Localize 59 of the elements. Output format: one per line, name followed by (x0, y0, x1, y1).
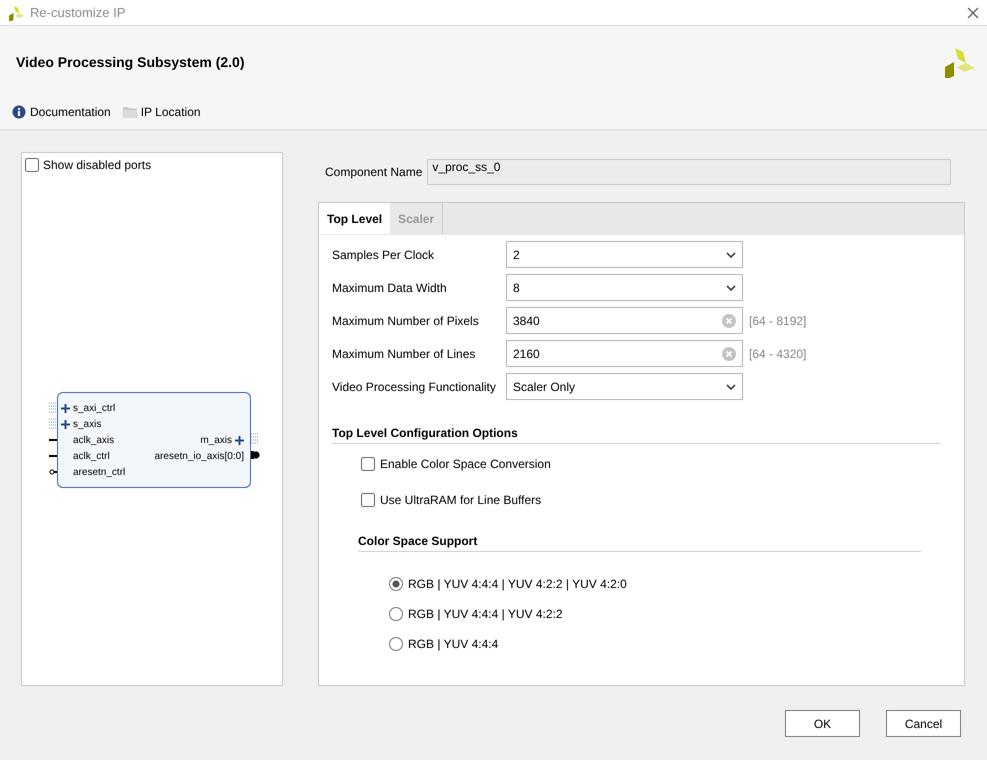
logo-icon (943, 46, 975, 78)
window-title: Re-customize IP (30, 5, 126, 20)
radio-button[interactable] (389, 607, 403, 621)
checkbox[interactable] (361, 457, 375, 471)
plus-icon[interactable] (61, 404, 70, 412)
port-label: aresetn_io_axis[0:0] (154, 450, 244, 462)
dialog-button[interactable]: OK (785, 710, 860, 737)
checkbox-label: Use UltraRAM for Line Buffers (380, 493, 542, 507)
dropdown[interactable]: 2 (506, 241, 743, 268)
port-grid-icon (251, 433, 259, 445)
dialog-title: Video Processing Subsystem (2.0) (16, 54, 244, 70)
port-label: aclk_ctrl (73, 450, 110, 462)
dialog-button[interactable]: Cancel (886, 710, 961, 737)
dropdown[interactable]: Scaler Only (506, 373, 743, 400)
section-heading: Color Space Support (358, 534, 921, 552)
logo-icon (8, 4, 24, 20)
range-hint: [64 - 8192] (748, 314, 808, 328)
field-label: Video Processing Functionality (332, 380, 497, 394)
port-label: s_axi_ctrl (73, 402, 116, 414)
field-label: Maximum Number of Pixels (332, 314, 480, 328)
port-label: m_axis (200, 434, 232, 446)
plus-icon[interactable] (61, 420, 70, 428)
chevron-down-icon (726, 284, 736, 290)
toolbar-link[interactable]: IP Location (122, 105, 201, 119)
plus-icon[interactable] (235, 436, 244, 444)
folder-icon (122, 106, 137, 118)
field-label: Samples Per Clock (332, 248, 436, 262)
pin-dot-icon (251, 451, 260, 459)
field-label: Maximum Data Width (332, 280, 448, 294)
radio-label: RGB | YUV 4:4:4 (408, 637, 498, 651)
pin-circle-icon (49, 469, 57, 475)
range-hint: [64 - 4320] (748, 346, 808, 360)
dropdown[interactable]: 8 (506, 274, 743, 301)
input-field[interactable]: 2160 (506, 340, 743, 367)
port-label: s_axis (73, 418, 102, 430)
radio-label: RGB | YUV 4:4:4 | YUV 4:2:2 | YUV 4:2:0 (408, 577, 627, 591)
port-grid-icon (49, 418, 57, 430)
toolbar-link[interactable]: Documentation (12, 105, 111, 119)
input-field[interactable]: 3840 (506, 307, 743, 334)
port-label: aclk_axis (73, 434, 114, 446)
close-icon[interactable] (965, 4, 981, 20)
radio-button[interactable] (389, 637, 403, 651)
checkbox[interactable] (25, 158, 39, 172)
tab[interactable]: Top Level (319, 203, 390, 234)
ip-block[interactable]: s_axi_ctrl s_axis aclk_axis aclk_ctrl aresetn_ctrl m_axis aresetn_io_axis[0:0] (57, 392, 251, 488)
radio-button[interactable] (389, 577, 403, 591)
info-icon (12, 105, 26, 119)
field-label: Component Name (325, 165, 422, 179)
radio-label: RGB | YUV 4:4:4 | YUV 4:2:2 (408, 607, 563, 621)
section-heading: Top Level Configuration Options (332, 426, 941, 444)
checkbox[interactable] (361, 493, 375, 507)
field-label: Maximum Number of Lines (332, 346, 476, 360)
chevron-down-icon (726, 384, 736, 390)
port-label: aresetn_ctrl (73, 466, 126, 478)
input-field[interactable]: v_proc_ss_0 (427, 159, 952, 185)
port-grid-icon (49, 402, 57, 414)
checkbox-label: Show disabled ports (43, 158, 152, 172)
chevron-down-icon (726, 252, 736, 258)
checkbox-label: Enable Color Space Conversion (380, 457, 551, 471)
